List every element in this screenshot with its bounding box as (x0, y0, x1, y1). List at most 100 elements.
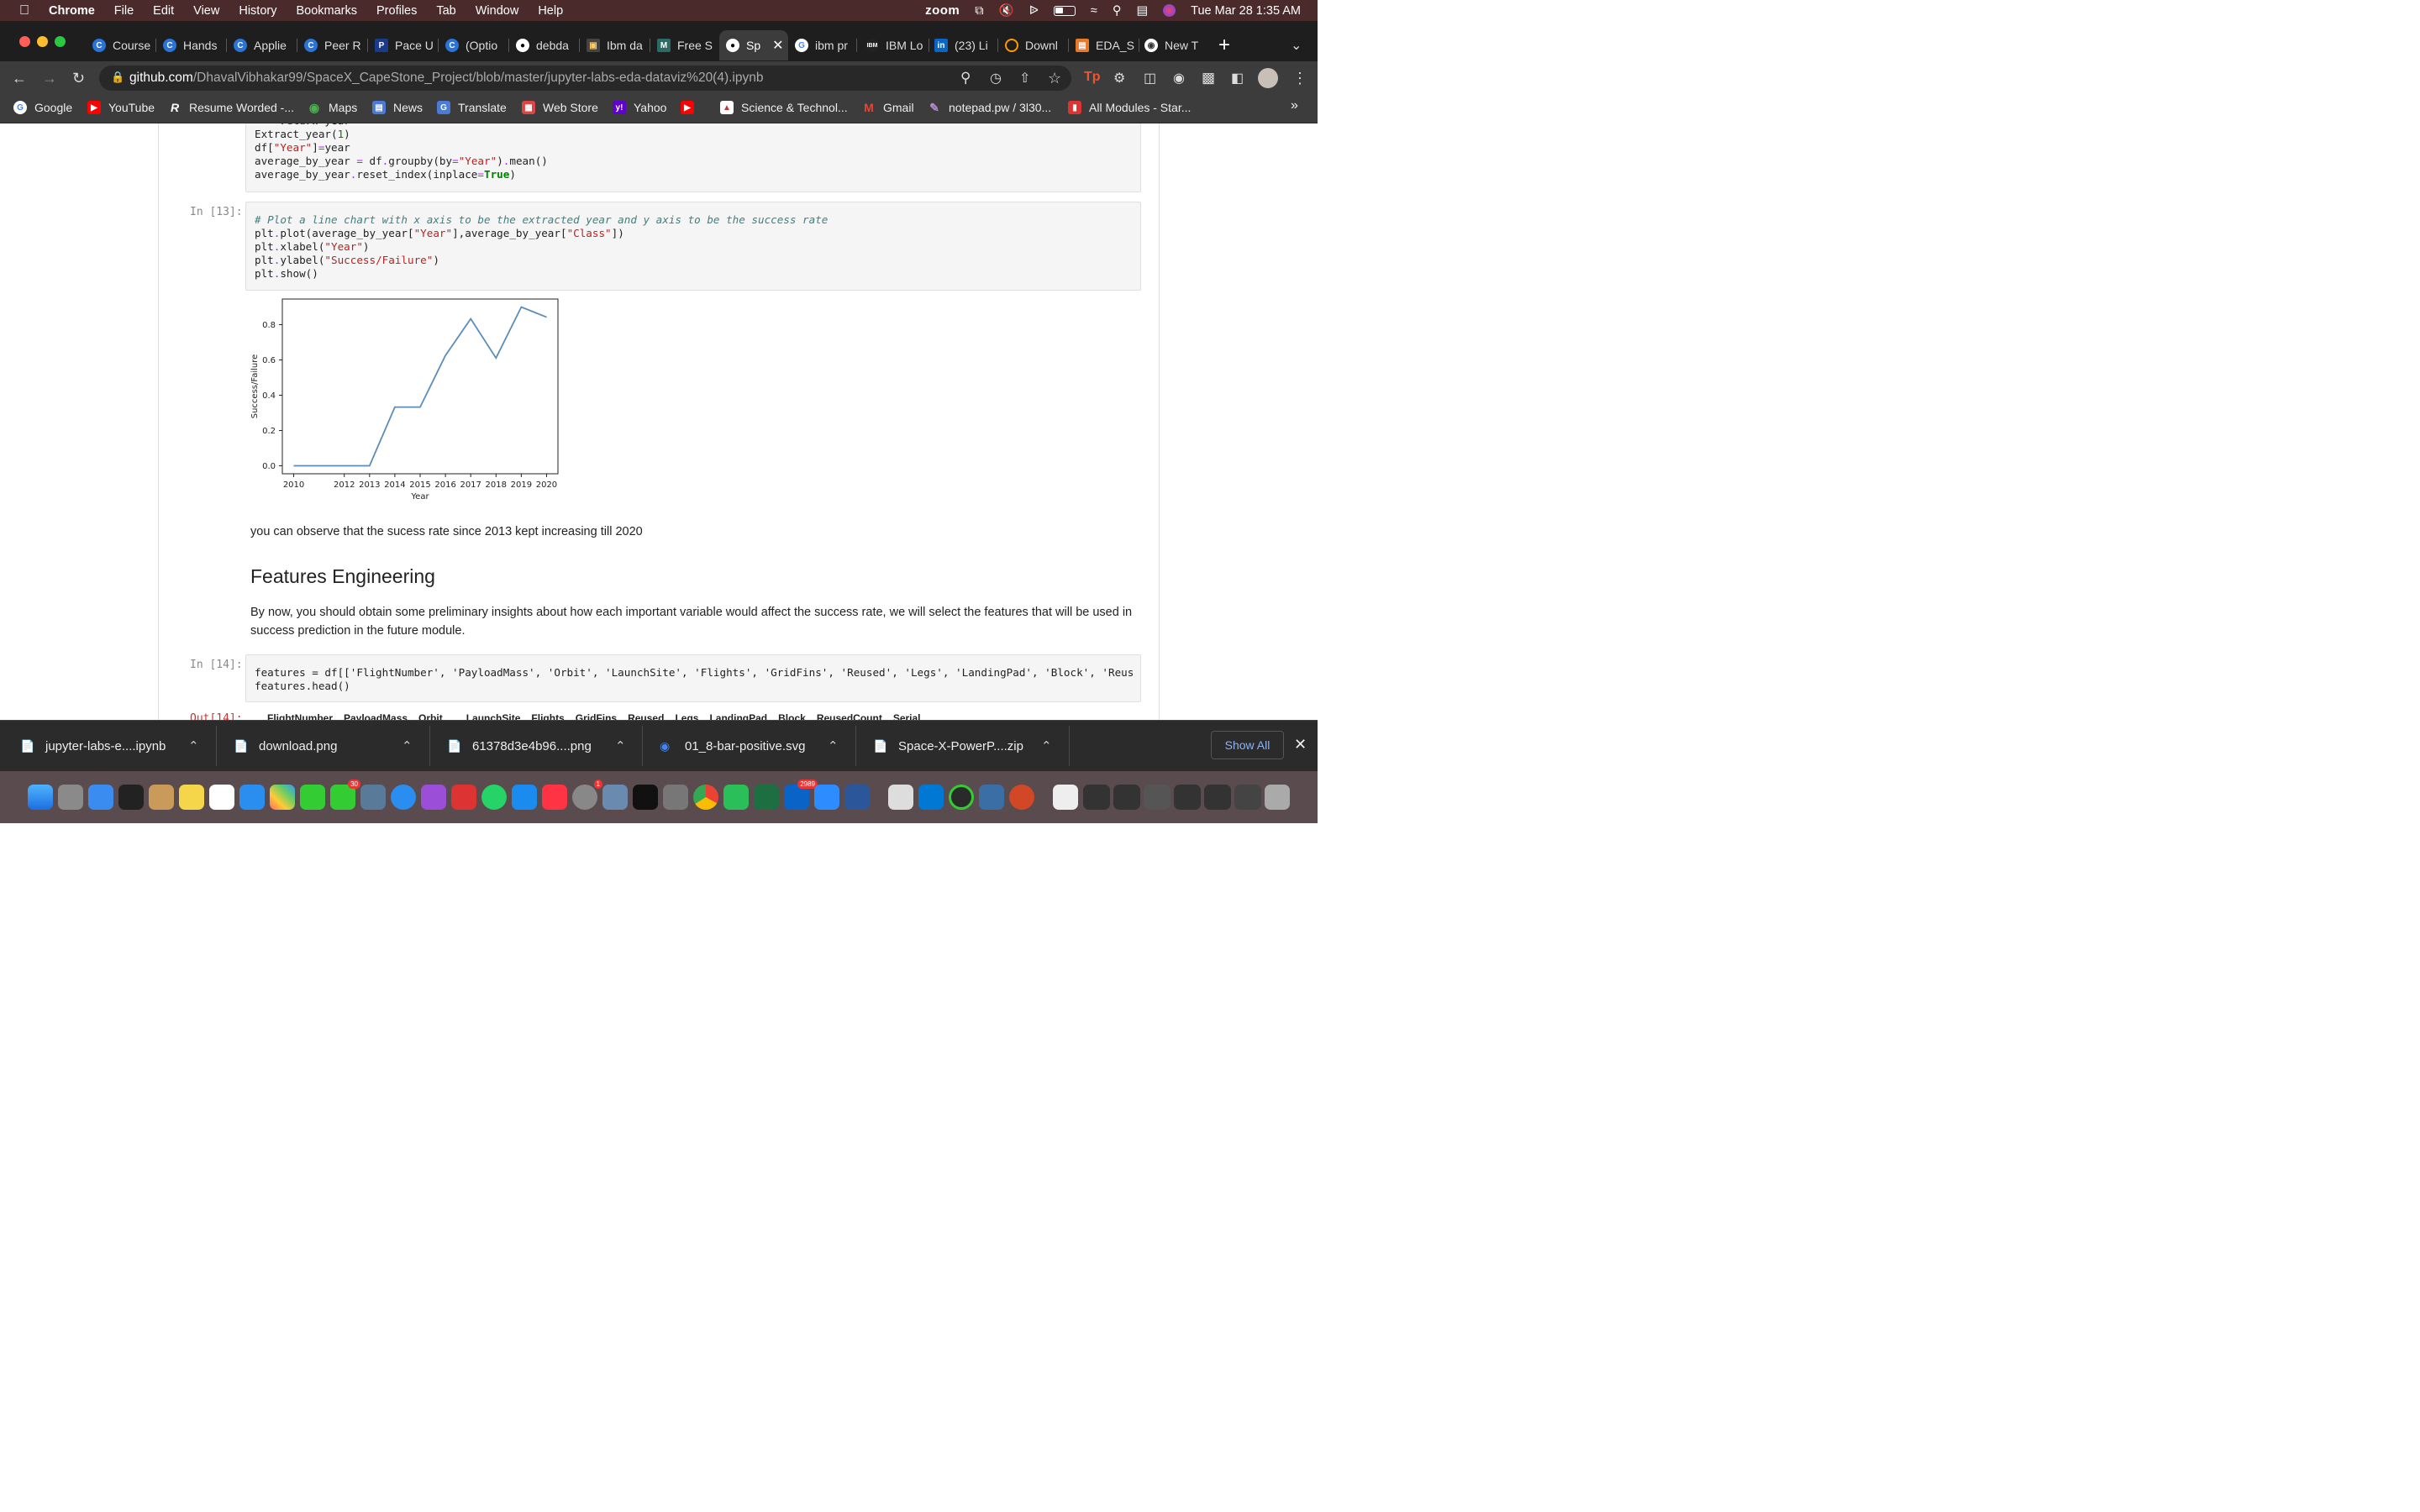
facetime-icon[interactable] (300, 785, 325, 810)
code-cell-12[interactable]: return year Extract_year(1) df["Year"]=y… (245, 123, 1141, 192)
extension-circle-icon[interactable]: ◉ (1173, 70, 1185, 87)
chrome-menu-icon[interactable]: ⋮ (1292, 70, 1307, 87)
app-store-icon[interactable] (239, 785, 265, 810)
download-item[interactable]: 📄 download.png ⌃ (234, 731, 413, 761)
mysql-workbench-icon[interactable] (979, 785, 1004, 810)
download-item[interactable]: 📄 Space-X-PowerP....zip ⌃ (873, 731, 1052, 761)
minimize-window-button[interactable] (37, 36, 48, 47)
mail-icon[interactable] (88, 785, 113, 810)
battery-icon[interactable] (1053, 4, 1076, 18)
menu-file[interactable]: File (114, 4, 134, 18)
close-window-button[interactable] (19, 36, 30, 47)
forward-arrow-icon[interactable]: → (42, 70, 57, 87)
tab-debda[interactable]: ● debda (516, 30, 580, 60)
numbers-icon[interactable] (723, 785, 749, 810)
notes-icon[interactable] (179, 785, 204, 810)
bookmark-youtube[interactable]: ▶ YouTube (87, 99, 155, 116)
trash-icon[interactable] (1265, 785, 1290, 810)
tab-download[interactable]: Downl (1005, 30, 1069, 60)
tab-eda[interactable]: ▤ EDA_S (1076, 30, 1139, 60)
extension-tp-icon[interactable]: Tp (1084, 70, 1101, 85)
bookmark-yahoo[interactable]: y! Yahoo (613, 99, 666, 116)
menu-app-name[interactable]: Chrome (49, 4, 95, 18)
menu-edit[interactable]: Edit (153, 4, 174, 18)
close-downloads-icon[interactable]: ✕ (1294, 736, 1307, 753)
control-center-icon[interactable]: ▤ (1136, 4, 1148, 18)
menu-tab[interactable]: Tab (436, 4, 455, 18)
code-cell-14[interactable]: features = df[['FlightNumber', 'PayloadM… (245, 654, 1141, 702)
bookmark-news[interactable]: ▤ News (372, 99, 423, 116)
tab-linkedin[interactable]: in (23) Li (934, 30, 998, 60)
share-icon[interactable]: ⇧ (1019, 70, 1030, 87)
show-all-downloads-button[interactable]: Show All (1211, 731, 1284, 759)
bookmark-maps[interactable]: ◉ Maps (308, 99, 357, 116)
tab-optional[interactable]: C (Optio (445, 30, 509, 60)
bookmark-translate[interactable]: G Translate (437, 99, 507, 116)
back-arrow-icon[interactable]: ← (12, 70, 27, 87)
zoom-status-icon[interactable]: zoom (925, 3, 960, 18)
menu-profiles[interactable]: Profiles (376, 4, 417, 18)
bookmark-all-modules[interactable]: ▮ All Modules - Star... (1068, 99, 1191, 116)
reload-icon[interactable]: ↻ (72, 70, 85, 87)
chevron-up-icon[interactable]: ⌃ (188, 738, 199, 753)
wifi-icon[interactable]: ≈ (1091, 4, 1097, 18)
menu-history[interactable]: History (239, 4, 276, 18)
side-panel-icon[interactable]: ◧ (1231, 70, 1244, 87)
chevron-up-icon[interactable]: ⌃ (615, 738, 626, 753)
window-thumbnail-icon[interactable] (1234, 785, 1261, 810)
lock-icon[interactable]: 🔒 (111, 71, 124, 84)
chevron-up-icon[interactable]: ⌃ (402, 738, 413, 753)
bookmark-web-store[interactable]: ▦ Web Store (522, 99, 598, 116)
preview-icon[interactable] (360, 785, 386, 810)
download-item[interactable]: 📄 jupyter-labs-e....ipynb ⌃ (20, 731, 199, 761)
launchpad-icon[interactable] (58, 785, 83, 810)
system-settings-icon[interactable]: 1 (572, 780, 602, 810)
url-text[interactable]: github.com/DhavalVibhakar99/SpaceX_CapeS… (129, 71, 764, 86)
address-bar[interactable]: 🔒 github.com/DhavalVibhakar99/SpaceX_Cap… (99, 66, 1071, 91)
bluetooth-icon[interactable]: ᐉ (1029, 4, 1039, 18)
window-thumbnail-icon[interactable] (1083, 785, 1110, 810)
downloads-stack-icon[interactable] (1053, 785, 1078, 810)
chrome-dock-icon[interactable] (693, 785, 718, 810)
window-thumbnail-icon[interactable] (1113, 785, 1140, 810)
terminal-icon[interactable] (633, 785, 658, 810)
photos-icon[interactable] (270, 785, 295, 810)
profile-avatar[interactable] (1258, 68, 1278, 88)
bookmark-google[interactable]: G Google (13, 99, 72, 116)
download-item[interactable]: 📄 61378d3e4b96....png ⌃ (447, 731, 626, 761)
extension-bike-icon[interactable]: ⚙ (1113, 70, 1125, 87)
safari-icon[interactable] (391, 785, 416, 810)
mission-control-icon[interactable] (118, 785, 144, 810)
window-thumbnail-icon[interactable] (1144, 785, 1171, 810)
bookmark-star-icon[interactable]: ☆ (1048, 70, 1061, 87)
window-thumbnail-icon[interactable] (1174, 785, 1201, 810)
window-thumbnail-icon[interactable] (1204, 785, 1231, 810)
menu-view[interactable]: View (193, 4, 219, 18)
news-app-icon[interactable] (451, 785, 476, 810)
tab-peer-review[interactable]: C Peer R (304, 30, 368, 60)
extension-notes-icon[interactable]: ◫ (1144, 70, 1156, 87)
bookmark-youtube-2[interactable]: ▶ (681, 99, 702, 116)
more-bookmarks-chevron-icon[interactable]: » (1291, 98, 1298, 113)
bookmark-gmail[interactable]: M Gmail (862, 99, 913, 116)
clock[interactable]: Tue Mar 28 1:35 AM (1191, 4, 1301, 18)
code-cell-13[interactable]: # Plot a line chart with x axis to be th… (245, 202, 1141, 291)
vscode-icon[interactable] (918, 785, 944, 810)
chevron-up-icon[interactable]: ⌃ (1041, 738, 1052, 753)
tab-search-chevron-icon[interactable]: ⌄ (1291, 37, 1302, 54)
outlook-icon[interactable]: 2989 (784, 780, 818, 810)
contacts-icon[interactable] (149, 785, 174, 810)
menu-help[interactable]: Help (538, 4, 563, 18)
mute-icon[interactable]: 🔇 (999, 3, 1014, 18)
zoom-app-icon[interactable] (814, 785, 839, 810)
podcasts-icon[interactable] (421, 785, 446, 810)
tab-new[interactable]: ◉ New T (1144, 30, 1208, 60)
screen-sharing-icon[interactable] (602, 785, 628, 810)
chevron-up-icon[interactable]: ⌃ (828, 738, 839, 753)
powerpoint-icon[interactable] (1009, 785, 1034, 810)
app-store-2-icon[interactable] (512, 785, 537, 810)
performance-icon[interactable]: ◷ (990, 70, 1002, 87)
tab-ibm-data[interactable]: ▣ Ibm da (587, 30, 650, 60)
tab-hands[interactable]: C Hands (163, 30, 227, 60)
menu-window[interactable]: Window (476, 4, 519, 18)
